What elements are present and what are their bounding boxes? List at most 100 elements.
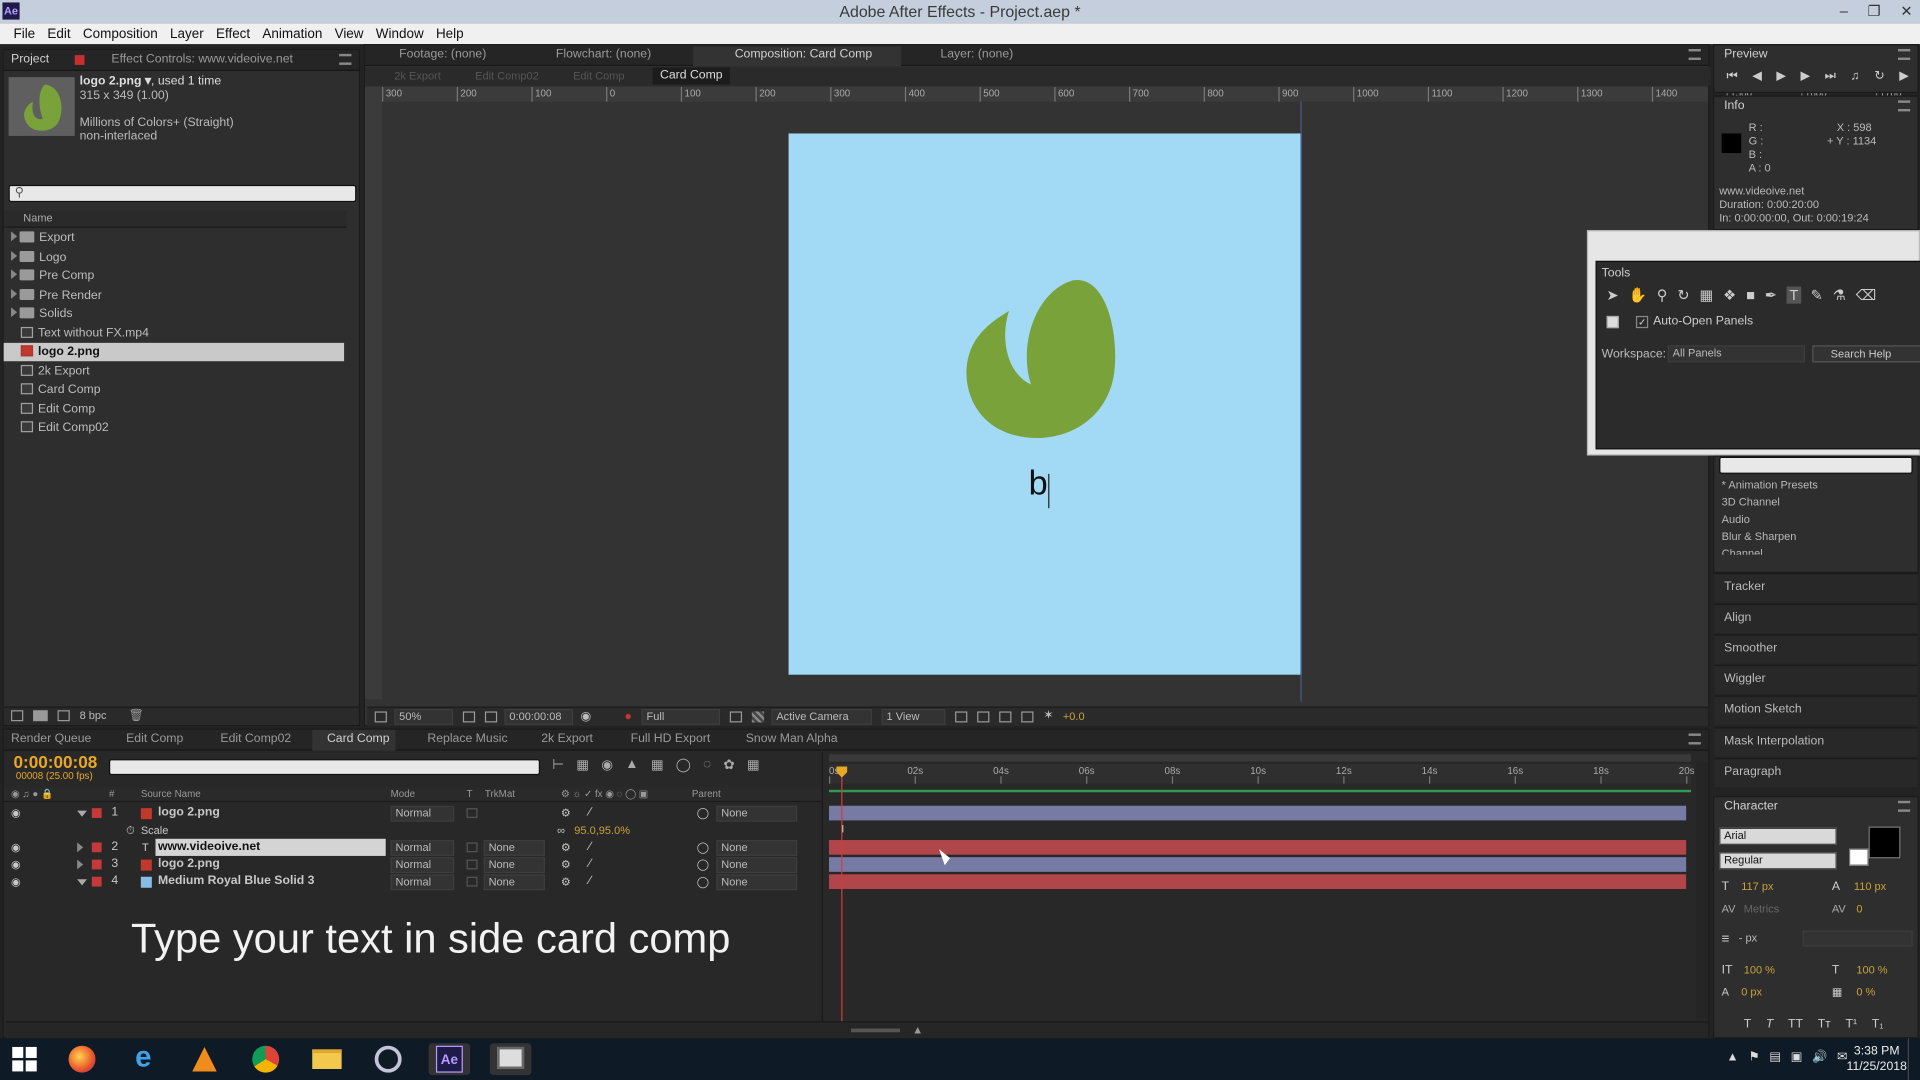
tab-card-comp[interactable]: Card Comp [327, 730, 390, 750]
tray-chevron-icon[interactable]: ▲ [1727, 1051, 1739, 1064]
toggle-pixel-icon[interactable] [955, 711, 968, 723]
visibility-eye-icon[interactable]: ◉ [11, 873, 21, 890]
fill-color-swatch[interactable] [1868, 826, 1901, 859]
close-icon[interactable]: ✕ [1900, 0, 1912, 23]
internet-explorer-icon[interactable]: e [122, 1043, 164, 1075]
camera-dropdown[interactable]: Active Camera [771, 708, 872, 725]
graph-editor-icon[interactable]: ◌ [703, 757, 711, 773]
faux-italic-icon[interactable]: T [1766, 1018, 1773, 1031]
subtab-edit-comp[interactable]: Edit Comp [573, 70, 624, 82]
pick-whip-icon[interactable]: ◯ [697, 804, 709, 821]
tab-edit-comp02[interactable]: Edit Comp02 [220, 730, 291, 750]
auto-open-toggle-icon[interactable] [1606, 315, 1619, 329]
all-caps-icon[interactable]: TT [1788, 1018, 1803, 1031]
font-family-dropdown[interactable]: Arial [1719, 827, 1837, 845]
canvas-text[interactable]: b [1029, 464, 1048, 503]
camera-icon[interactable]: ◉ [580, 710, 591, 723]
eraser-tool-icon[interactable]: ⌫ [1856, 287, 1877, 304]
bpc-label[interactable]: 8 bpc [80, 709, 107, 721]
tab-edit-comp[interactable]: Edit Comp [126, 730, 183, 750]
layer-row-selected[interactable]: ◉ 2 T www.videoive.net Normal None ⚙ ∕ ◯… [4, 838, 822, 856]
layer-duration-bar[interactable] [828, 840, 1687, 855]
tab-character[interactable]: Character [1724, 797, 1778, 817]
menu-effect[interactable]: Effect [210, 26, 256, 41]
shy-layers-icon[interactable]: ▲ [625, 757, 638, 773]
parent-dropdown[interactable]: None [716, 874, 798, 891]
blend-mode-dropdown[interactable]: Normal [390, 874, 455, 891]
time-ruler[interactable]: 0s 02s 04s 06s 08s 10s 12s 14s 16s 18s 20s [828, 764, 1695, 784]
work-area-bar[interactable] [828, 754, 1692, 762]
layer-row[interactable]: ◉ 1 logo 2.png Normal ⚙ ∕ ◯ None [4, 804, 822, 822]
preserve-transparency-checkbox[interactable] [466, 859, 478, 870]
track-matte-dropdown[interactable]: None [483, 874, 545, 891]
preserve-transparency-checkbox[interactable] [466, 808, 478, 818]
constrain-link-icon[interactable]: ∞ [557, 822, 565, 839]
current-time-indicator[interactable] [841, 766, 843, 1024]
windows-start-icon[interactable] [12, 1046, 37, 1072]
menu-window[interactable]: Window [370, 26, 430, 41]
audio-icon[interactable]: ♫ [1850, 70, 1859, 83]
list-item-selected[interactable]: logo 2.png [3, 342, 345, 362]
layer-name[interactable]: logo 2.png [158, 856, 220, 873]
auto-keyframe-icon[interactable]: ▦ [747, 757, 760, 773]
transparency-grid-icon[interactable] [751, 711, 765, 723]
subtab-2k-export[interactable]: 2k Export [394, 70, 441, 82]
panel-menu-icon[interactable] [1897, 100, 1911, 112]
align-panel[interactable]: Align [1714, 603, 1918, 634]
effect-category[interactable]: Channel [1722, 545, 1763, 554]
stroke-width-field[interactable]: - px [1739, 932, 1757, 944]
layer-duration-bar[interactable] [828, 874, 1687, 889]
always-preview-icon[interactable] [374, 711, 387, 723]
zoom-dropdown[interactable]: 50% [394, 708, 454, 725]
draft-3d-icon[interactable]: ◉ [601, 757, 613, 773]
list-item[interactable]: 2k Export [4, 362, 90, 380]
shy-switch-icon[interactable]: ⚙ [561, 839, 571, 856]
leading-field[interactable]: 110 px [1854, 880, 1886, 892]
prev-frame-icon[interactable]: ◀ [1752, 70, 1761, 83]
expand-chevron-right-icon[interactable] [77, 859, 84, 870]
label-color[interactable] [91, 808, 102, 818]
motion-sketch-panel[interactable]: Motion Sketch [1714, 695, 1918, 725]
stroke-style-dropdown[interactable] [1802, 930, 1913, 947]
parent-dropdown[interactable]: None [716, 805, 798, 822]
pan-behind-tool-icon[interactable]: ❖ [1723, 287, 1736, 304]
exposure-icon[interactable]: ✶ [1043, 709, 1053, 722]
tab-composition[interactable]: Composition: Card Comp [735, 45, 872, 65]
project-search-input[interactable]: ⚲ [8, 184, 357, 203]
workspace-dropdown[interactable]: All Panels [1667, 345, 1805, 363]
superscript-icon[interactable]: T¹ [1845, 1018, 1857, 1031]
menu-file[interactable]: File [7, 26, 41, 41]
panel-menu-icon[interactable] [1688, 733, 1701, 745]
menu-help[interactable]: Help [430, 26, 470, 41]
faux-bold-icon[interactable]: T [1744, 1018, 1751, 1031]
zoom-tool-icon[interactable]: ⚲ [1657, 287, 1668, 304]
minimize-icon[interactable]: – [1840, 0, 1848, 23]
list-item[interactable]: Pre Render [4, 286, 102, 304]
blend-mode-dropdown[interactable]: Normal [390, 805, 455, 822]
tsume-field[interactable]: 0 % [1856, 986, 1875, 998]
horizontal-scale-field[interactable]: 100 % [1856, 964, 1887, 976]
tab-render-queue[interactable]: Render Queue [11, 730, 91, 750]
shape-tool-icon[interactable]: ■ [1746, 287, 1755, 304]
menu-animation[interactable]: Animation [256, 26, 328, 41]
trash-icon[interactable]: 🗑 [129, 709, 145, 722]
tab-full-hd-export[interactable]: Full HD Export [631, 730, 711, 750]
track-matte-dropdown[interactable]: None [483, 840, 545, 856]
type-tool-icon[interactable]: T [1786, 286, 1801, 304]
font-size-field[interactable]: 117 px [1741, 880, 1773, 892]
app-window-icon[interactable] [489, 1043, 532, 1076]
visibility-eye-icon[interactable]: ◉ [11, 856, 21, 873]
property-row[interactable]: ⏱ Scale ∞ 95.0,95.0% [4, 822, 822, 839]
hand-tool-icon[interactable]: ✋ [1629, 287, 1647, 304]
firefox-icon[interactable] [61, 1043, 103, 1075]
tracking-field[interactable]: 0 [1856, 902, 1862, 914]
layer-name[interactable]: www.videoive.net [155, 838, 386, 856]
subtab-card-comp[interactable]: Card Comp [652, 67, 730, 85]
tray-display-icon[interactable]: ▣ [1791, 1051, 1803, 1064]
layer-name[interactable]: logo 2.png [158, 804, 220, 821]
tab-tools[interactable]: Tools [1602, 264, 1631, 284]
expand-chevron-down-icon[interactable] [77, 810, 87, 817]
stopwatch-icon[interactable]: ⏱ [126, 822, 135, 839]
keyframe-icon[interactable]: I [841, 823, 844, 835]
column-source-name[interactable]: Source Name [141, 789, 201, 800]
